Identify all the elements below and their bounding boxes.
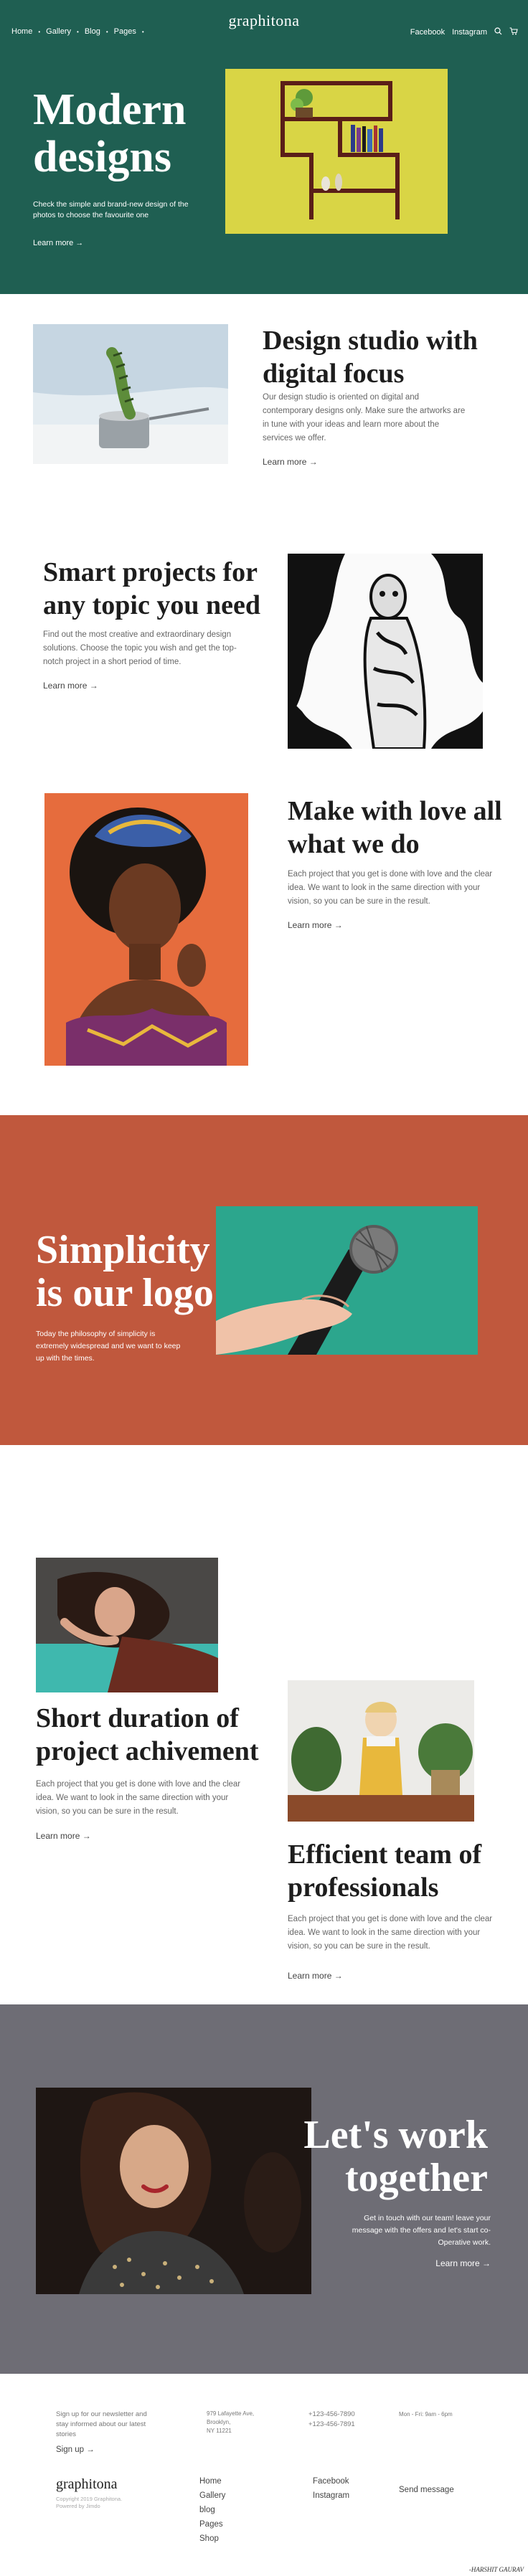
- footer-phones: +123-456-7890 +123-456-7891: [308, 2410, 355, 2430]
- duration-title-line2: project achivement: [36, 1736, 259, 1766]
- love-image-portrait: [44, 793, 248, 1066]
- team-body: Each project that you get is done with l…: [288, 1915, 493, 1951]
- nav-instagram[interactable]: Instagram: [452, 28, 487, 37]
- smart-title-line2: any topic you need: [43, 590, 260, 620]
- footer-brand[interactable]: graphitona: [56, 2476, 118, 2493]
- footer-social: Facebook Instagram: [313, 2474, 349, 2503]
- powered-by-line: Powered by Jimdo: [56, 2503, 100, 2509]
- footer-link-home[interactable]: Home: [199, 2474, 225, 2489]
- footer-send-message-link[interactable]: Send message: [399, 2483, 454, 2497]
- studio-title-line2: digital focus: [263, 359, 405, 389]
- hero-title-line1: Modern: [33, 85, 187, 134]
- studio-title-line1: Design studio with: [263, 326, 478, 356]
- footer-nav: Home Gallery blog Pages Shop: [199, 2474, 225, 2546]
- simplicity-title-line1: Simplicity: [36, 1228, 210, 1272]
- search-icon[interactable]: [494, 27, 502, 37]
- author-signature: -HARSHIT GAURAV: [468, 2566, 524, 2573]
- smart-title: Smart projects for any topic you need: [43, 556, 287, 622]
- smart-learn-more-link[interactable]: Learn more →: [43, 681, 98, 691]
- duration-title: Short duration of project achivement: [36, 1702, 294, 1768]
- duration-image-woman-lying: [36, 1558, 218, 1692]
- main-nav-right: Facebook Instagram: [410, 27, 518, 37]
- love-title: Make with love all what we do: [288, 795, 517, 861]
- simplicity-image-microphone: [216, 1206, 478, 1355]
- duration-learn-more-link[interactable]: Learn more →: [36, 1831, 91, 1841]
- footer-newsletter-text: Sign up for our newsletter and stay info…: [56, 2410, 147, 2438]
- love-title-line1: Make with love all: [288, 796, 502, 826]
- simplicity-title: Simplicity is our logo: [36, 1228, 214, 1315]
- footer-signup-link[interactable]: Sign up →: [56, 2443, 95, 2457]
- work-title-line1: Let's work: [303, 2113, 488, 2157]
- team-learn-more-link[interactable]: Learn more →: [288, 1971, 343, 1981]
- studio-body: Our design studio is oriented on digital…: [263, 393, 466, 442]
- address-line: 979 Lafayette Ave,: [207, 2410, 255, 2417]
- copyright-line: Copyright 2019 Graphitona.: [56, 2496, 123, 2502]
- hero-image-bookshelf: [225, 69, 448, 234]
- love-body: Each project that you get is done with l…: [288, 870, 493, 906]
- footer-link-facebook[interactable]: Facebook: [313, 2474, 349, 2489]
- footer-link-pages[interactable]: Pages: [199, 2517, 225, 2532]
- footer-link-gallery[interactable]: Gallery: [199, 2489, 225, 2503]
- cart-icon[interactable]: [509, 27, 518, 37]
- work-body: Get in touch with our team! leave your m…: [352, 2214, 491, 2247]
- smart-body: Find out the most creative and extraordi…: [43, 630, 237, 666]
- hero-section: Home • Gallery • Blog • Pages • graphito…: [0, 0, 528, 294]
- love-title-line2: what we do: [288, 829, 420, 859]
- work-title-line2: together: [344, 2156, 488, 2200]
- address-line: Brooklyn,: [207, 2419, 231, 2425]
- duration-body: Each project that you get is done with l…: [36, 1780, 241, 1816]
- work-title: Let's work together: [237, 2113, 488, 2199]
- footer-link-blog[interactable]: blog: [199, 2503, 225, 2517]
- hero-learn-more-link[interactable]: Learn more →: [33, 239, 83, 247]
- studio-learn-more-link[interactable]: Learn more →: [263, 457, 318, 467]
- simplicity-title-line2: is our logo: [36, 1271, 214, 1315]
- site-footer: Sign up for our newsletter and stay info…: [0, 2374, 528, 2576]
- hero-subtitle: Check the simple and brand-new design of…: [33, 200, 189, 219]
- team-title-line2: professionals: [288, 1872, 439, 1903]
- simplicity-body: Today the philosophy of simplicity is ex…: [36, 1330, 181, 1363]
- hero-title: Modern designs: [33, 86, 187, 181]
- nav-facebook[interactable]: Facebook: [410, 28, 445, 37]
- footer-hours: Mon - Fri: 9am - 6pm: [399, 2411, 453, 2418]
- work-learn-more-link[interactable]: Learn more →: [402, 2258, 491, 2268]
- footer-link-instagram[interactable]: Instagram: [313, 2489, 349, 2503]
- team-title-line1: Efficient team of: [288, 1839, 482, 1870]
- work-section: Let's work together Get in touch with ou…: [0, 2004, 528, 2374]
- smart-title-line1: Smart projects for: [43, 557, 258, 587]
- studio-image-sculpture: [33, 324, 228, 464]
- address-line: NY 11221: [207, 2428, 232, 2434]
- team-title: Efficient team of professionals: [288, 1838, 517, 1904]
- footer-address: 979 Lafayette Ave, Brooklyn, NY 11221: [207, 2410, 254, 2435]
- studio-title: Design studio with digital focus: [263, 324, 506, 390]
- smart-image-tattoo: [288, 554, 483, 749]
- phone-number[interactable]: +123-456-7890: [308, 2410, 355, 2420]
- phone-number[interactable]: +123-456-7891: [308, 2420, 355, 2430]
- simplicity-section: Simplicity is our logo Today the philoso…: [0, 1115, 528, 1445]
- footer-link-shop[interactable]: Shop: [199, 2532, 225, 2546]
- love-learn-more-link[interactable]: Learn more →: [288, 920, 343, 930]
- duration-title-line1: Short duration of: [36, 1703, 239, 1733]
- team-image-child: [288, 1680, 474, 1822]
- footer-copyright: Copyright 2019 Graphitona. Powered by Ji…: [56, 2496, 122, 2510]
- hero-title-line2: designs: [33, 133, 171, 181]
